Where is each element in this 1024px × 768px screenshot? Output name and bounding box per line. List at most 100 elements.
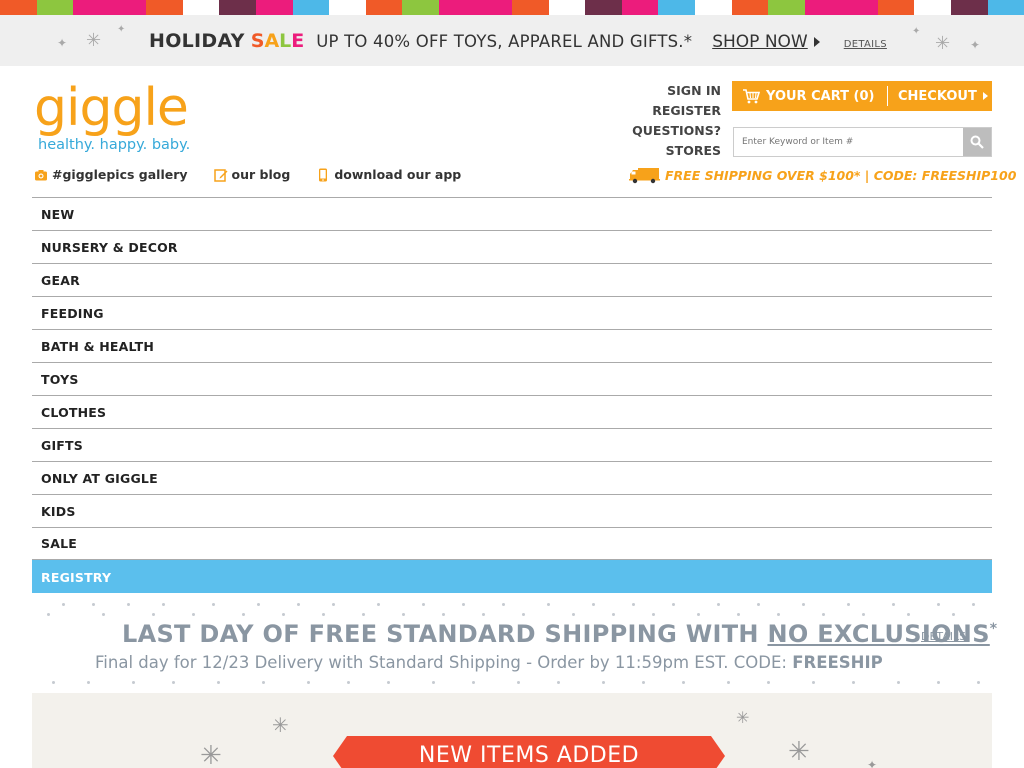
confetti-dot	[592, 603, 595, 606]
nav-item-gear[interactable]: GEAR	[32, 263, 992, 296]
snowflake-icon: ✦	[912, 26, 921, 37]
new-items-banner[interactable]: NEW ITEMS ADDED	[333, 736, 725, 768]
confetti-dot	[212, 603, 215, 606]
stripe-segment	[731, 0, 769, 15]
confetti-dot	[767, 681, 770, 684]
snowflake-icon: ✳	[736, 708, 750, 727]
giggle-logo[interactable]: giggle healthy. happy. baby.	[34, 82, 204, 153]
nav-item-only-at-giggle[interactable]: ONLY AT GIGGLE	[32, 461, 992, 494]
confetti-dot	[727, 681, 730, 684]
shop-now-link[interactable]: SHOP NOW	[712, 32, 808, 52]
snowflake-icon: ✦	[117, 24, 126, 35]
gallery-link[interactable]: #gigglepics gallery	[34, 167, 188, 182]
details-link[interactable]: DETAILS	[844, 39, 887, 50]
app-label: download our app	[334, 167, 462, 182]
stripe-segment	[146, 0, 183, 15]
free-shipping-promo[interactable]: LAST DAY OF FREE STANDARD SHIPPING WITH …	[32, 593, 997, 688]
snowflake-icon: ✳	[935, 33, 951, 54]
search-button[interactable]	[963, 128, 991, 156]
confetti-dot	[47, 613, 50, 616]
nav-item-new[interactable]: NEW	[32, 197, 992, 230]
confetti-dot	[132, 681, 135, 684]
sale-letter: S	[250, 30, 265, 52]
nav-item-gifts[interactable]: GIFTS	[32, 428, 992, 461]
holiday-label: HOLIDAY	[149, 30, 245, 52]
confetti-dot	[972, 603, 975, 606]
phone-icon	[319, 168, 328, 181]
confetti-dot	[362, 613, 365, 616]
promo-headline: LAST DAY OF FREE STANDARD SHIPPING WITH …	[122, 620, 998, 648]
stripe-segment	[877, 0, 915, 15]
confetti-dot	[432, 681, 435, 684]
blog-label: our blog	[231, 167, 291, 182]
confetti-dot	[517, 681, 520, 684]
sign-in-link[interactable]: SIGN IN	[632, 81, 721, 101]
confetti-dot	[632, 603, 635, 606]
stripe-segment	[914, 0, 952, 15]
confetti-dot	[777, 613, 780, 616]
search-input[interactable]	[734, 128, 963, 156]
confetti-dot	[322, 613, 325, 616]
confetti-dot	[697, 613, 700, 616]
logo-tagline: healthy. happy. baby.	[38, 137, 191, 153]
confetti-dot	[502, 603, 505, 606]
stripe-segment	[36, 0, 74, 15]
snowflake-icon: ✳	[272, 713, 289, 737]
confetti-dot	[572, 613, 575, 616]
confetti-dot	[672, 603, 675, 606]
stripe-segment	[292, 0, 330, 15]
confetti-dot	[462, 603, 465, 606]
confetti-dot	[897, 681, 900, 684]
nav-item-toys[interactable]: TOYS	[32, 362, 992, 395]
stripe-segment	[841, 0, 878, 15]
questions-link[interactable]: QUESTIONS?	[632, 121, 721, 141]
confetti-dot	[547, 603, 550, 606]
snowflake-icon: ✳	[788, 737, 810, 767]
nav-item-kids[interactable]: KIDS	[32, 494, 992, 527]
arrow-right-icon	[813, 37, 820, 47]
confetti-dot	[262, 681, 265, 684]
confetti-dot	[332, 603, 335, 606]
free-shipping-notice[interactable]: FREE SHIPPING OVER $100* | CODE: FREESHI…	[629, 167, 1016, 184]
gallery-label: #gigglepics gallery	[52, 167, 188, 182]
confetti-dot	[847, 603, 850, 606]
stripe-segment	[219, 0, 257, 15]
confetti-dot	[737, 613, 740, 616]
confetti-dot	[852, 681, 855, 684]
nav-item-nursery-decor[interactable]: NURSERY & DECOR	[32, 230, 992, 263]
promo-code: FREESHIP	[792, 653, 883, 672]
cart-bar: YOUR CART (0) CHECKOUT	[732, 81, 992, 111]
promo-details-link[interactable]: DETAILS	[921, 630, 966, 643]
nav-item-sale[interactable]: SALE	[32, 527, 992, 560]
cart-label: YOUR CART (0)	[766, 88, 875, 104]
checkout-button[interactable]: CHECKOUT	[898, 89, 988, 104]
blog-link[interactable]: our blog	[213, 167, 291, 182]
stripe-segment	[365, 0, 403, 15]
confetti-dot	[217, 681, 220, 684]
confetti-dot	[862, 613, 865, 616]
stripe-segment	[73, 0, 110, 15]
confetti-dot	[522, 613, 525, 616]
nav-item-clothes[interactable]: CLOTHES	[32, 395, 992, 428]
snowflake-icon: ✳	[200, 741, 222, 768]
cart-button[interactable]: YOUR CART (0)	[732, 89, 877, 104]
confetti-dot	[757, 603, 760, 606]
stripe-segment	[402, 0, 439, 15]
nav-item-registry[interactable]: REGISTRY	[32, 560, 992, 593]
nav-item-bath-health[interactable]: BATH & HEALTH	[32, 329, 992, 362]
app-link[interactable]: download our app	[316, 167, 461, 182]
confetti-dot	[257, 603, 260, 606]
register-link[interactable]: REGISTER	[632, 101, 721, 121]
nav-item-feeding[interactable]: FEEDING	[32, 296, 992, 329]
confetti-dot	[307, 681, 310, 684]
confetti-dot	[92, 603, 95, 606]
confetti-dot	[282, 613, 285, 616]
confetti-dot	[472, 681, 475, 684]
confetti-dot	[242, 613, 245, 616]
snowflake-icon: ✦	[57, 36, 68, 50]
confetti-dot	[937, 603, 940, 606]
stripe-segment	[256, 0, 293, 15]
sale-letter: L	[279, 30, 292, 52]
camera-icon	[35, 169, 47, 180]
stores-link[interactable]: STORES	[632, 141, 721, 161]
